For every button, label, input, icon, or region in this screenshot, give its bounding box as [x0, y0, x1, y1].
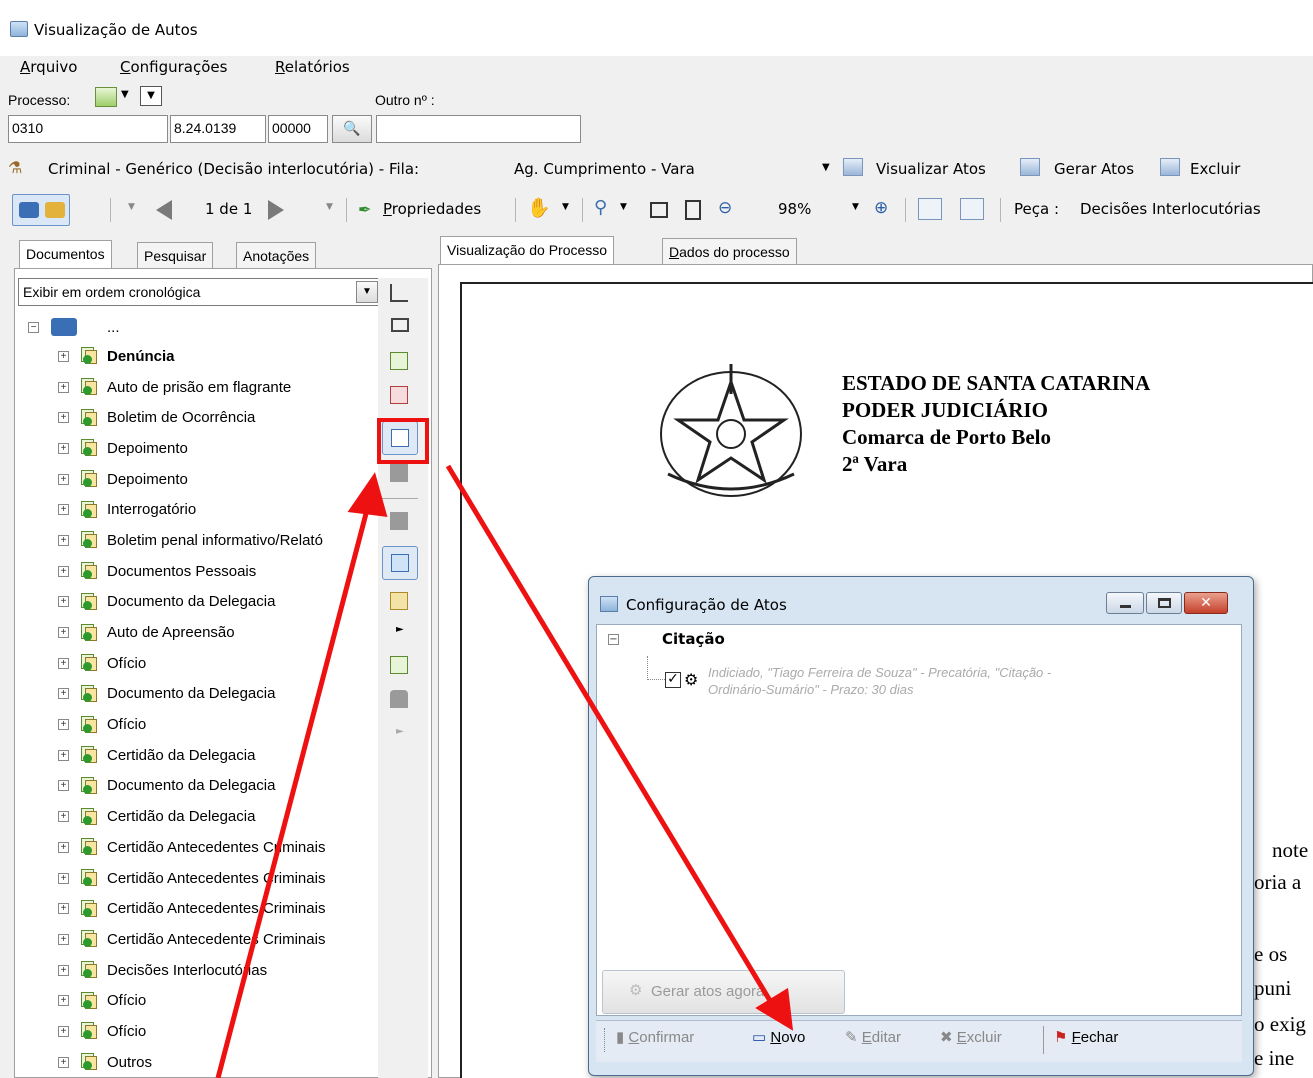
- annotation-arrow-down: [445, 464, 775, 1006]
- annotation-arrowhead-down: [755, 987, 794, 1031]
- annotation-arrowhead-up: [347, 472, 388, 517]
- annotation-arrows: [215, 464, 794, 1078]
- annotation-arrow-up: [215, 505, 371, 1078]
